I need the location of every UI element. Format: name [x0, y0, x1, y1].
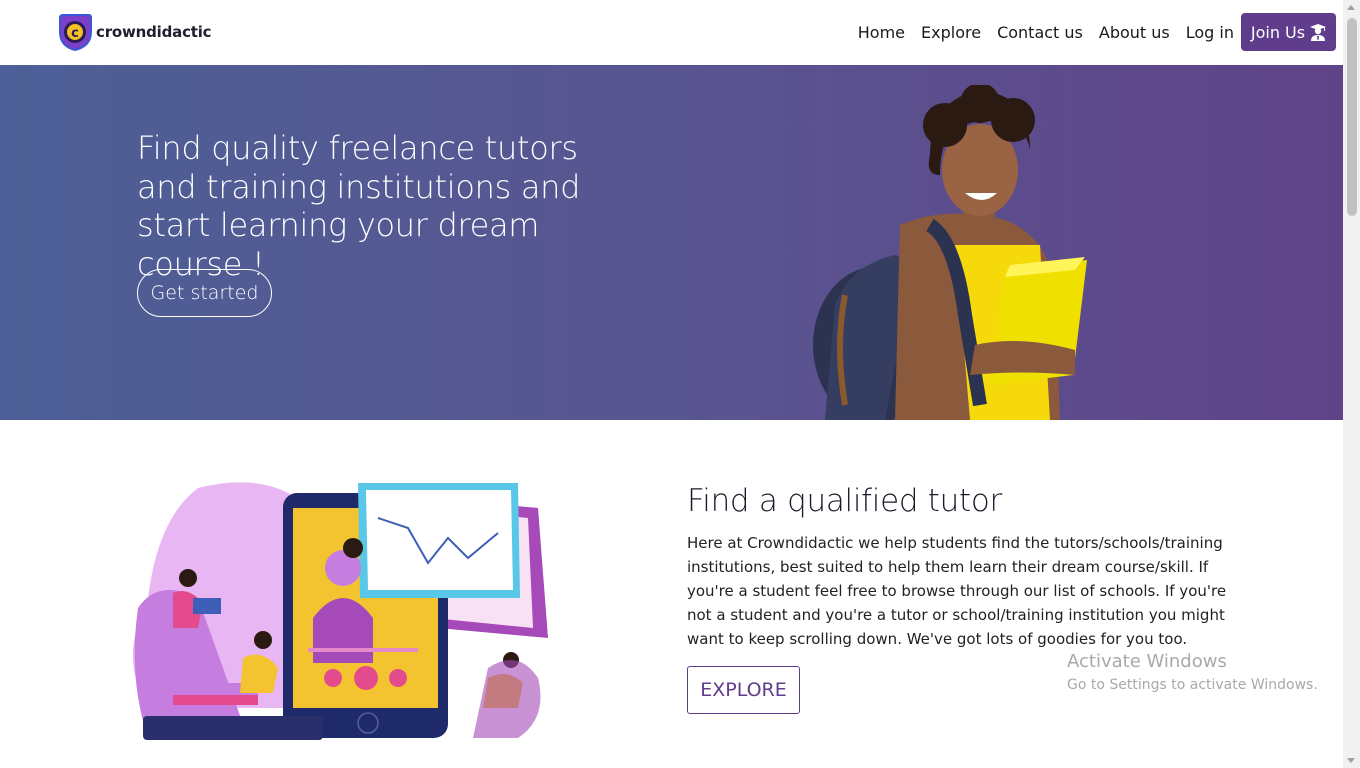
nav-explore[interactable]: Explore: [921, 23, 981, 42]
scroll-down-arrow-icon[interactable]: [1347, 758, 1355, 763]
activate-windows-subtitle: Go to Settings to activate Windows.: [1067, 677, 1318, 693]
main-nav: Home Explore Contact us About us Log in …: [858, 13, 1336, 51]
explore-button[interactable]: EXPLORE: [687, 666, 800, 714]
nav-log-in[interactable]: Log in: [1186, 23, 1234, 42]
crowndidactic-logo-icon: c: [59, 14, 92, 51]
student-photo: [813, 85, 1087, 420]
get-started-button[interactable]: Get started: [137, 269, 272, 317]
nav-about-us[interactable]: About us: [1099, 23, 1170, 42]
online-learning-illustration: [133, 482, 548, 740]
section-title: Find a qualified tutor: [687, 483, 1002, 519]
scroll-up-arrow-icon[interactable]: [1347, 5, 1355, 10]
hero-title: Find quality freelance tutors and traini…: [137, 129, 581, 283]
brand-logo[interactable]: c crowndidactic: [55, 12, 212, 52]
join-us-button[interactable]: Join Us: [1241, 13, 1336, 51]
brand-name: crowndidactic: [96, 23, 212, 41]
graduate-icon: [1310, 23, 1327, 41]
hero-banner: Find quality freelance tutors and traini…: [0, 65, 1343, 420]
nav-home[interactable]: Home: [858, 23, 905, 42]
join-us-label: Join Us: [1250, 22, 1306, 42]
scroll-thumb[interactable]: [1347, 18, 1357, 216]
logo-letter: c: [71, 26, 79, 41]
nav-contact-us[interactable]: Contact us: [997, 23, 1083, 42]
vertical-scrollbar[interactable]: [1343, 0, 1360, 768]
section-description: Here at Crowndidactic we help students f…: [687, 534, 1227, 648]
activate-windows-title: Activate Windows: [1067, 651, 1227, 672]
navbar: c crowndidactic Home Explore Contact us …: [0, 0, 1343, 65]
